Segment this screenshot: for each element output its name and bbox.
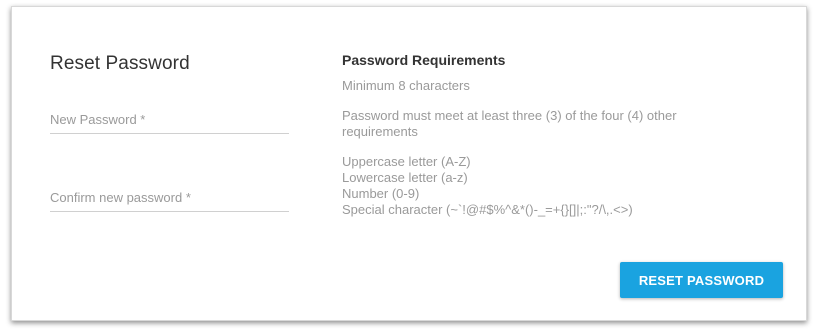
reset-password-button[interactable]: RESET PASSWORD [620, 262, 783, 298]
requirement-lowercase: Lowercase letter (a-z) [342, 170, 468, 185]
new-password-placeholder: New Password * [50, 112, 146, 127]
page-title: Reset Password [50, 53, 190, 74]
confirm-password-placeholder: Confirm new password * [50, 190, 191, 205]
confirm-password-field[interactable]: Confirm new password * [50, 185, 289, 212]
requirement-minimum: Minimum 8 characters [342, 78, 470, 93]
requirement-uppercase: Uppercase letter (A-Z) [342, 154, 471, 169]
requirement-special: Special character (~`!@#$%^&*()-_=+{}[]|… [342, 202, 633, 217]
new-password-field[interactable]: New Password * [50, 107, 289, 134]
reset-password-card: Reset Password New Password * Confirm ne… [11, 6, 807, 321]
requirements-list: Uppercase letter (A-Z) Lowercase letter … [342, 154, 633, 218]
requirement-three-of-four: Password must meet at least three (3) of… [342, 108, 677, 139]
requirements-title: Password Requirements [342, 52, 506, 68]
requirement-number: Number (0-9) [342, 186, 420, 201]
